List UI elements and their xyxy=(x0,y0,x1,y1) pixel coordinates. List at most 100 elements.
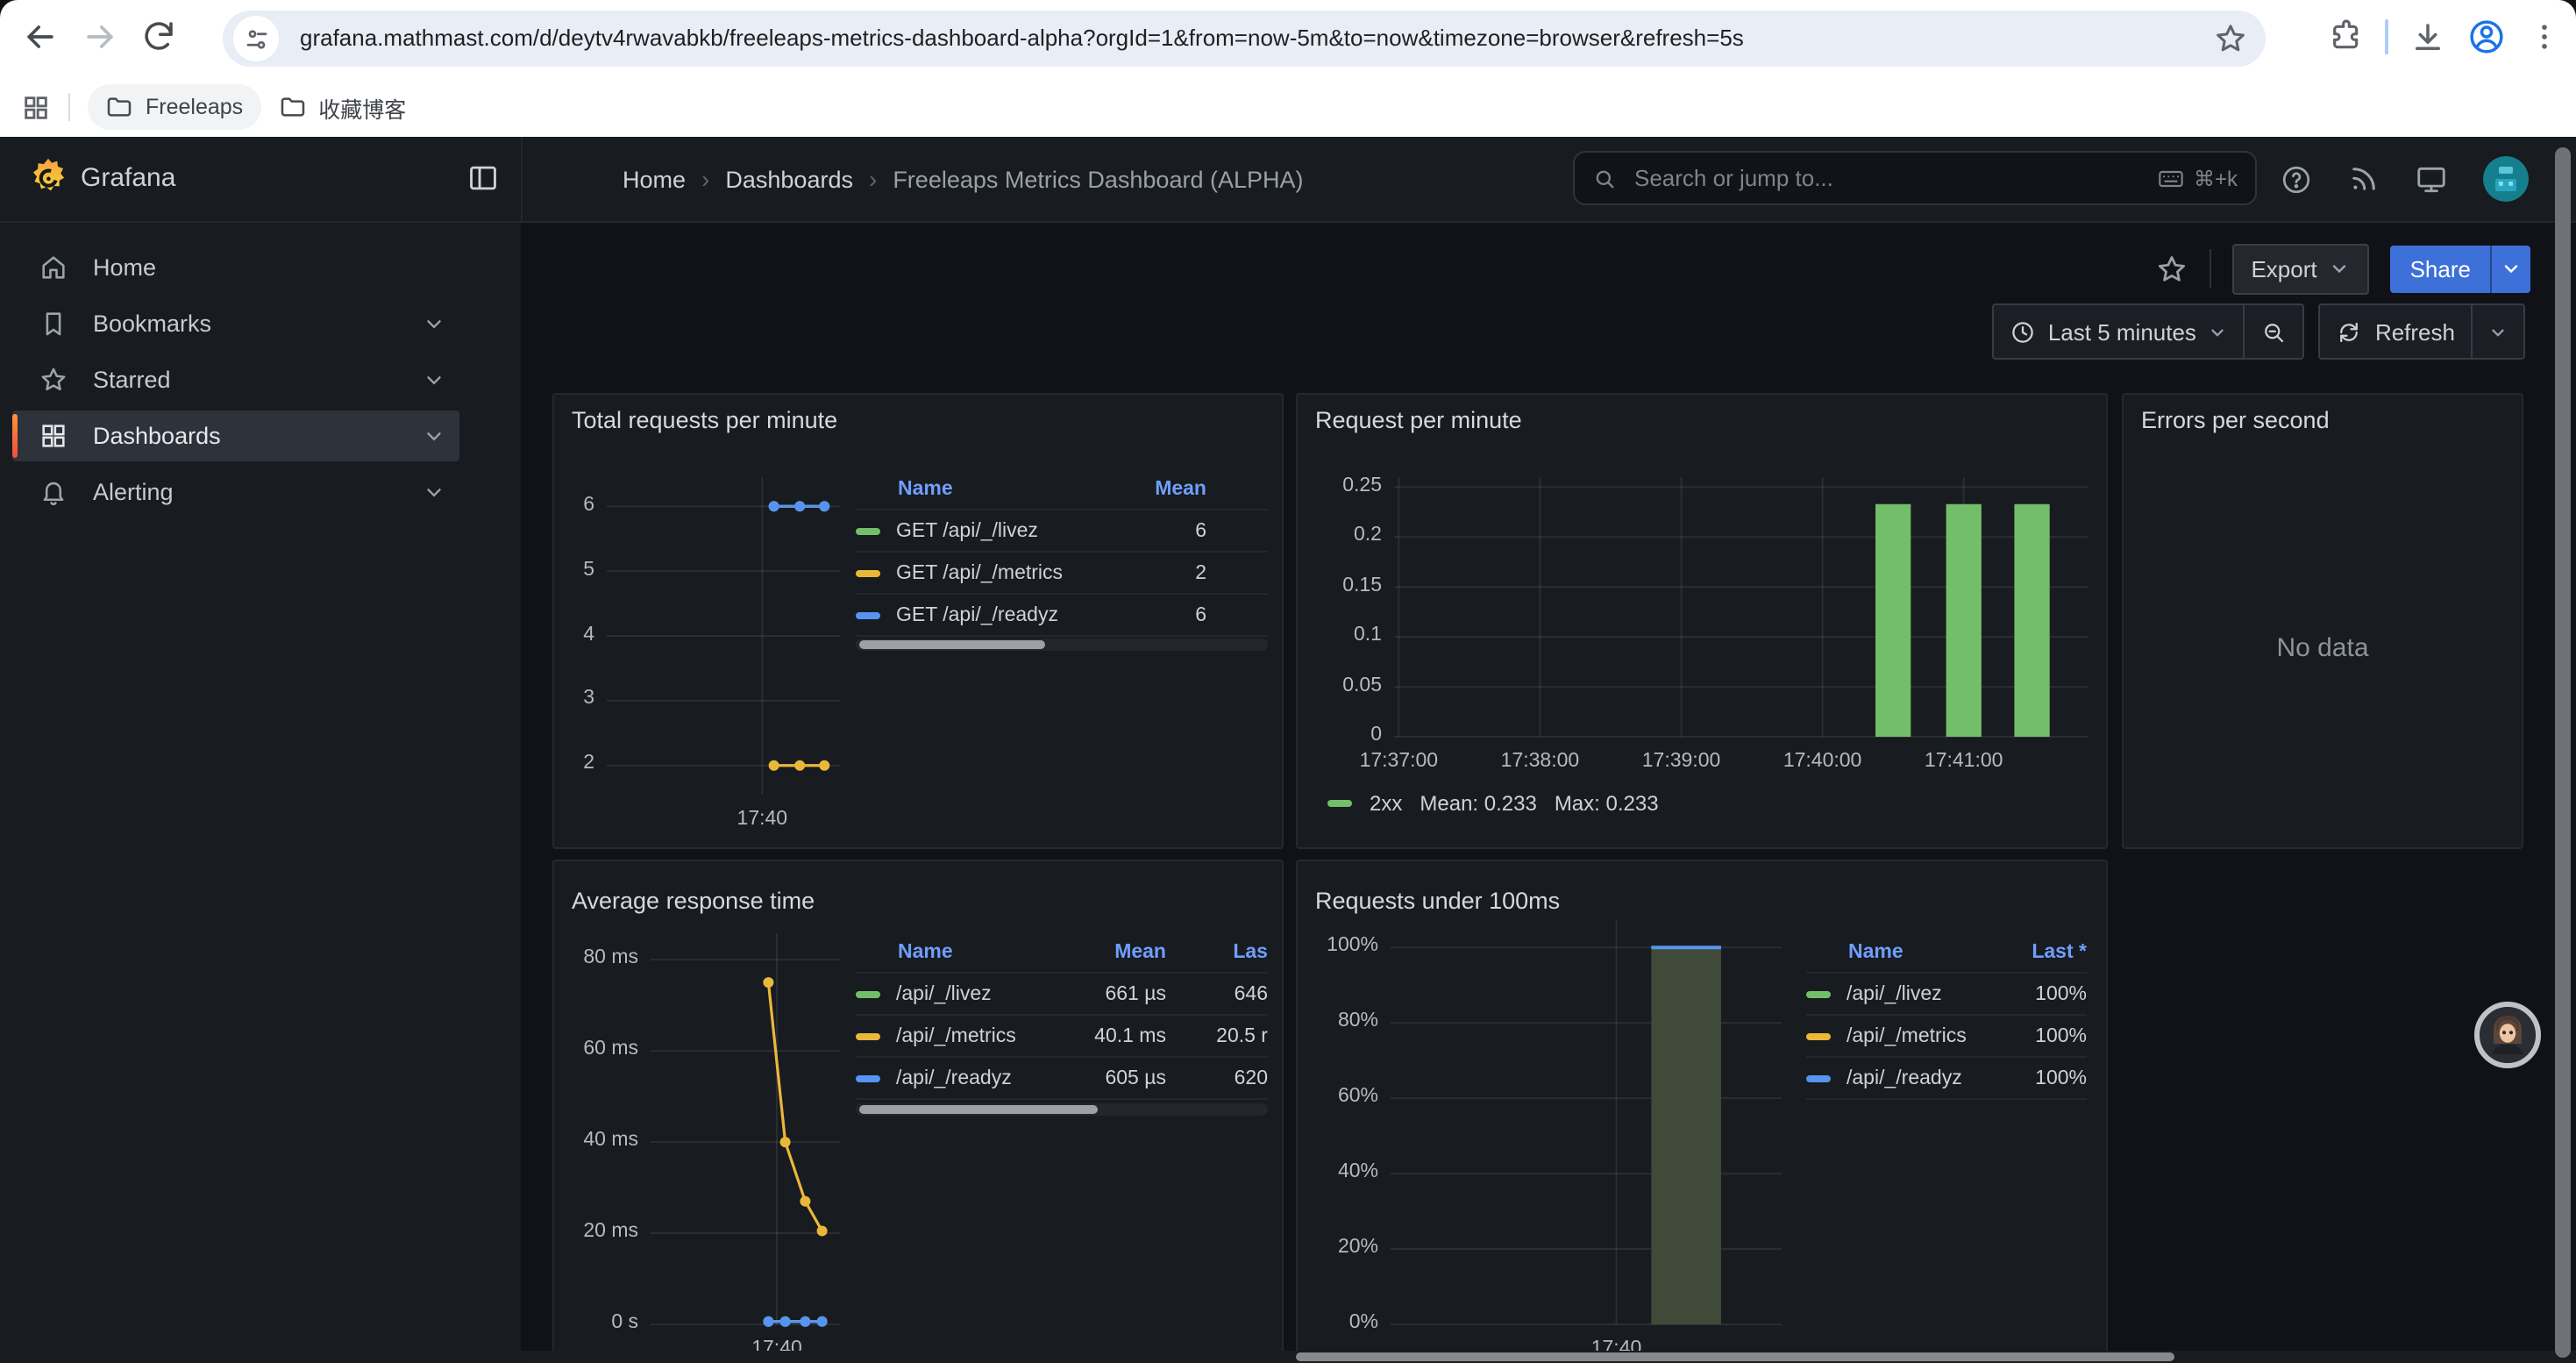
news-rss-icon[interactable] xyxy=(2348,163,2380,195)
chevron-down-icon[interactable] xyxy=(423,312,445,335)
horizontal-scrollbar[interactable] xyxy=(521,1351,2576,1363)
vertical-scrollbar[interactable] xyxy=(2555,147,2571,1358)
search-input[interactable] xyxy=(1631,163,2157,193)
series-name[interactable]: GET /api/_/readyz xyxy=(896,604,1058,625)
reload-icon[interactable] xyxy=(140,18,182,60)
bar-chart[interactable]: 0.250.20.150.10.05017:37:0017:38:0017:39… xyxy=(1298,395,2106,847)
folder-icon xyxy=(105,93,133,121)
series-name[interactable]: /api/_/readyz xyxy=(896,1067,1012,1088)
axis-tick-label: 0.05 xyxy=(1298,674,1382,696)
share-button[interactable]: Share xyxy=(2391,245,2530,292)
zoom-out-button[interactable] xyxy=(2244,305,2303,358)
sidebar-item-home[interactable]: Home xyxy=(12,242,459,293)
series-name[interactable]: /api/_/metrics xyxy=(896,1025,1016,1046)
time-range-button[interactable]: Last 5 minutes xyxy=(1994,305,2244,358)
legend-row[interactable]: 2xx Mean: 0.233 Max: 0.233 xyxy=(1327,791,1659,816)
series-name[interactable]: /api/_/livez xyxy=(896,983,992,1004)
share-menu-chevron[interactable] xyxy=(2490,245,2530,292)
sidebar-toggle-icon[interactable] xyxy=(466,161,500,195)
legend-header-mean[interactable]: Mean xyxy=(1128,478,1206,499)
axis-tick-label: 0.15 xyxy=(1298,574,1382,596)
legend-row[interactable]: /api/_/livez 661 µs 646 xyxy=(856,972,1268,1014)
series-name[interactable]: /api/_/readyz xyxy=(1847,1067,1962,1088)
legend-header-name[interactable]: Name xyxy=(1806,941,2003,962)
apps-grid-icon[interactable] xyxy=(21,92,51,122)
axis-tick-label: 17:40 xyxy=(692,809,832,830)
chevron-down-icon[interactable] xyxy=(423,368,445,391)
bookmark-icon xyxy=(39,309,68,339)
breadcrumb-home[interactable]: Home xyxy=(623,166,686,192)
bookmark-star-icon[interactable] xyxy=(2213,21,2248,56)
panel-title[interactable]: Average response time xyxy=(572,888,815,914)
site-settings-icon[interactable] xyxy=(233,16,279,61)
grafana-logo-icon[interactable] xyxy=(26,156,70,200)
time-controls: Last 5 minutes Refresh xyxy=(1992,303,2525,360)
series-name[interactable]: 2xx xyxy=(1370,791,1402,816)
series-name[interactable]: GET /api/_/livez xyxy=(896,520,1038,541)
keyboard-icon xyxy=(2157,164,2185,192)
menu-kebab-icon[interactable] xyxy=(2527,19,2562,54)
legend-header-mean[interactable]: Mean xyxy=(1070,941,1166,962)
search-box[interactable]: ⌘+k xyxy=(1573,151,2257,205)
favorite-star-icon[interactable] xyxy=(2154,252,2188,285)
legend-row[interactable]: /api/_/metrics 100% xyxy=(1806,1014,2087,1056)
chevron-down-icon xyxy=(2209,322,2228,341)
panel-title[interactable]: Total requests per minute xyxy=(572,407,837,433)
monitor-icon[interactable] xyxy=(2415,162,2448,196)
breadcrumb-dashboards[interactable]: Dashboards xyxy=(725,166,853,192)
forward-icon[interactable] xyxy=(81,18,123,60)
bookmarks-bar: Freeleaps 收藏博客 xyxy=(0,77,2576,137)
legend-row[interactable]: /api/_/readyz 100% xyxy=(1806,1056,2087,1098)
panel-title[interactable]: Errors per second xyxy=(2141,407,2330,433)
legend-header-name[interactable]: Name xyxy=(856,941,1070,962)
refresh-button[interactable]: Refresh xyxy=(2321,305,2471,358)
bookmark-folder-freeleaps[interactable]: Freeleaps xyxy=(88,84,260,130)
url-text[interactable]: grafana.mathmast.com/d/deytv4rwavabkb/fr… xyxy=(300,11,1744,67)
legend-row[interactable]: /api/_/livez 100% xyxy=(1806,972,2087,1014)
series-name[interactable]: /api/_/metrics xyxy=(1847,1025,1967,1046)
brand-name[interactable]: Grafana xyxy=(81,137,175,221)
floating-assistant-avatar[interactable] xyxy=(2474,1002,2541,1068)
legend-row[interactable]: /api/_/metrics 40.1 ms 20.5 r xyxy=(856,1014,1268,1056)
chevron-down-icon[interactable] xyxy=(423,425,445,447)
breadcrumb-current: Freeleaps Metrics Dashboard (ALPHA) xyxy=(893,166,1303,192)
legend-header-name[interactable]: Name xyxy=(856,478,1128,499)
axis-tick-label: 40% xyxy=(1298,1161,1378,1182)
legend-header-row: Name Mean xyxy=(856,468,1268,509)
bell-icon xyxy=(39,477,68,507)
sidebar-item-dashboards[interactable]: Dashboards xyxy=(12,410,459,461)
sidebar-item-starred[interactable]: Starred xyxy=(12,354,459,405)
legend-row[interactable]: /api/_/readyz 605 µs 620 xyxy=(856,1056,1268,1098)
downloads-icon[interactable] xyxy=(2409,18,2446,55)
export-button[interactable]: Export xyxy=(2231,243,2369,294)
series-name[interactable]: GET /api/_/metrics xyxy=(896,562,1063,583)
legend-header-last[interactable]: Last * xyxy=(2003,941,2087,962)
series-mean: 40.1 ms xyxy=(1070,1025,1166,1046)
axis-tick-label: 0.1 xyxy=(1298,624,1382,646)
legend-row[interactable]: GET /api/_/readyz 6 xyxy=(856,593,1268,635)
profile-icon[interactable] xyxy=(2467,18,2506,56)
legend-scrollbar[interactable] xyxy=(856,1103,1268,1116)
extensions-icon[interactable] xyxy=(2329,19,2364,54)
legend-row[interactable]: GET /api/_/livez 6 xyxy=(856,509,1268,551)
legend-scrollbar[interactable] xyxy=(856,639,1268,651)
series-name[interactable]: /api/_/livez xyxy=(1847,983,1942,1004)
axis-tick-label: 0 xyxy=(1298,724,1382,746)
chevron-down-icon[interactable] xyxy=(423,481,445,503)
refresh-interval-chevron[interactable] xyxy=(2471,305,2523,358)
sidebar-item-alerting[interactable]: Alerting xyxy=(12,467,459,517)
axis-tick-label: 60% xyxy=(1298,1086,1378,1107)
help-icon[interactable] xyxy=(2280,162,2313,196)
panel-title[interactable]: Requests under 100ms xyxy=(1315,888,1560,914)
legend-row[interactable]: GET /api/_/metrics 2 xyxy=(856,551,1268,593)
panel-title[interactable]: Request per minute xyxy=(1315,407,1522,433)
url-bar[interactable]: grafana.mathmast.com/d/deytv4rwavabkb/fr… xyxy=(223,11,2266,67)
series-swatch xyxy=(856,611,880,618)
legend-header-last[interactable]: Las xyxy=(1166,941,1268,962)
user-avatar[interactable] xyxy=(2483,156,2529,202)
bookmark-folder-blogs[interactable]: 收藏博客 xyxy=(260,84,423,130)
sidebar-item-bookmarks[interactable]: Bookmarks xyxy=(12,298,459,349)
axis-tick-label: 17:37:00 xyxy=(1328,751,1469,772)
back-icon[interactable] xyxy=(21,18,63,60)
chevron-down-icon xyxy=(2488,322,2508,341)
